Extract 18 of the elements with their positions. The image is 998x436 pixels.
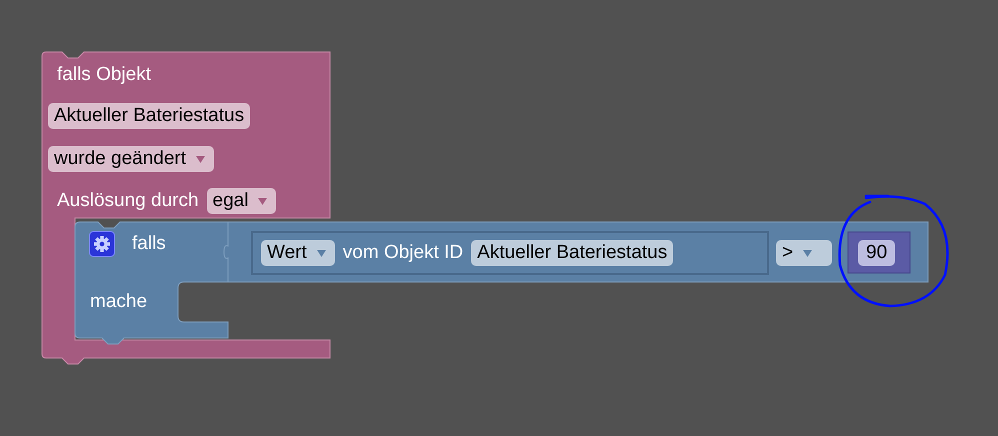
caret-icon bbox=[196, 156, 206, 162]
do-label: mache bbox=[90, 291, 148, 313]
number-field[interactable]: 90 bbox=[858, 240, 896, 266]
object-field[interactable]: Aktueller Bateriestatus bbox=[471, 240, 674, 266]
gear-icon[interactable] bbox=[89, 231, 115, 257]
trigger-dropdown[interactable]: egal bbox=[206, 188, 276, 214]
if-block[interactable] bbox=[74, 222, 228, 344]
caret-icon bbox=[803, 250, 812, 256]
trigger-label: Auslösung durch bbox=[57, 190, 199, 212]
caret-icon bbox=[316, 250, 326, 256]
object-field[interactable]: Aktueller Bateriestatus bbox=[48, 103, 250, 129]
object-label: vom Objekt ID bbox=[342, 242, 464, 264]
operator-dropdown[interactable]: > bbox=[776, 240, 832, 266]
event-dropdown[interactable]: wurde geändert bbox=[48, 146, 214, 172]
block-title: falls Objekt bbox=[57, 64, 151, 86]
caret-icon bbox=[258, 198, 268, 204]
if-label: falls bbox=[132, 233, 166, 255]
value-dropdown[interactable]: Wert bbox=[261, 240, 335, 266]
